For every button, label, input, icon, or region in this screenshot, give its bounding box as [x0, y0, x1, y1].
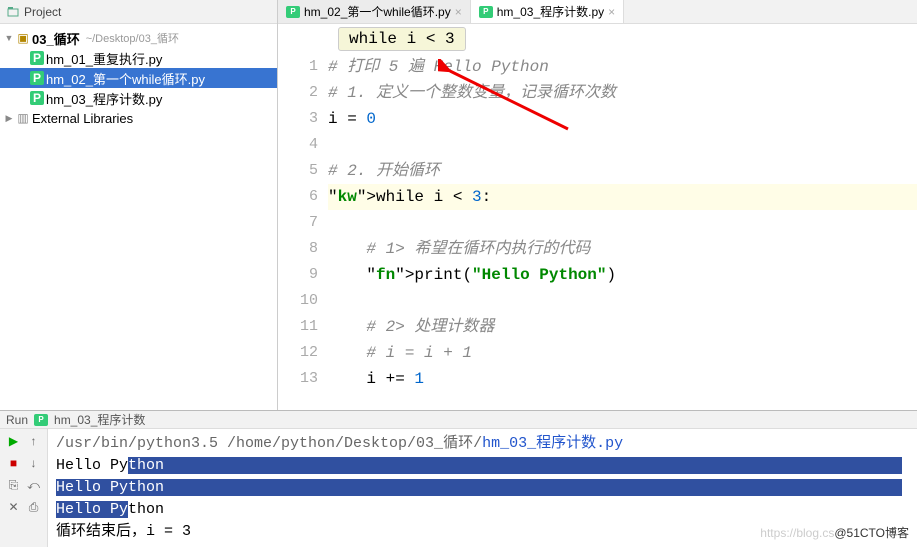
console-command: /usr/bin/python3.5 /home/python/Desktop/… [56, 433, 909, 455]
python-file-icon: P [30, 51, 44, 65]
close-run-icon[interactable]: ✕ [6, 499, 22, 515]
folder-icon: ▣ [16, 31, 30, 45]
breadcrumb-chip[interactable]: while i < 3 [338, 27, 466, 51]
code-line [328, 132, 917, 158]
code-line: # i = i + 1 [328, 340, 917, 366]
scroll-up-icon[interactable]: ↑ [26, 433, 42, 449]
tab-label: hm_02_第一个while循环.py [304, 3, 451, 20]
editor-tab[interactable]: P hm_03_程序计数.py × [471, 0, 624, 23]
python-file-icon: P [286, 6, 300, 18]
tree-file-name: hm_02_第一个while循环.py [46, 69, 205, 88]
run-header: Run P hm_03_程序计数 [0, 411, 917, 429]
python-file-icon: P [30, 71, 44, 85]
code-line [328, 210, 917, 236]
project-tree: ▼ ▣ 03_循环 ~/Desktop/03_循环 P hm_01_重复执行.p… [0, 24, 277, 132]
expand-arrow-icon: ▼ [4, 33, 14, 43]
close-icon[interactable]: × [608, 5, 615, 19]
code-line: "kw">while i < 3: [328, 184, 917, 210]
rerun-icon[interactable]: ▶ [6, 433, 22, 449]
run-toolbar: ▶ ↑ ■ ↓ ⎘ ⤺ ✕ ⎙ [0, 429, 48, 547]
code-line: # 1> 希望在循环内执行的代码 [328, 236, 917, 262]
code-line: # 打印 5 遍 Hello Python [328, 54, 917, 80]
tree-file-name: hm_01_重复执行.py [46, 49, 162, 68]
editor-tab[interactable]: P hm_02_第一个while循环.py × [278, 0, 471, 23]
pin-icon[interactable]: ⎘ [6, 477, 22, 493]
editor-area: P hm_02_第一个while循环.py × P hm_03_程序计数.py … [278, 0, 917, 410]
code-area[interactable]: 12345678910111213 # 打印 5 遍 Hello Python#… [278, 54, 917, 410]
tab-label: hm_03_程序计数.py [497, 3, 604, 20]
project-panel: Project ▼ ▣ 03_循环 ~/Desktop/03_循环 P hm_0… [0, 0, 278, 410]
external-libs-label: External Libraries [32, 111, 133, 126]
code-line: "fn">print("Hello Python") [328, 262, 917, 288]
python-file-icon: P [34, 414, 48, 426]
code-line: # 1. 定义一个整数变量，记录循环次数 [328, 80, 917, 106]
run-label: Run [6, 413, 28, 427]
breadcrumb-bar: while i < 3 [278, 24, 917, 54]
project-tool-icon [6, 5, 20, 19]
tree-root[interactable]: ▼ ▣ 03_循环 ~/Desktop/03_循环 [0, 28, 277, 48]
close-icon[interactable]: × [455, 5, 462, 19]
stop-icon[interactable]: ■ [6, 455, 22, 471]
console-line: Hello Python [56, 455, 909, 477]
python-file-icon: P [30, 91, 44, 105]
python-file-icon: P [479, 6, 493, 18]
tree-root-name: 03_循环 [32, 29, 80, 48]
tree-external-libs[interactable]: ▶ ▥ External Libraries [0, 108, 277, 128]
run-config-name: hm_03_程序计数 [54, 411, 145, 428]
project-header: Project [0, 0, 277, 24]
editor-tabs: P hm_02_第一个while循环.py × P hm_03_程序计数.py … [278, 0, 917, 24]
project-title: Project [24, 5, 61, 19]
tree-file[interactable]: P hm_02_第一个while循环.py [0, 68, 277, 88]
code-line: i += 1 [328, 366, 917, 392]
print-icon[interactable]: ⎙ [26, 499, 42, 515]
tree-file-name: hm_03_程序计数.py [46, 89, 162, 108]
tree-file[interactable]: P hm_01_重复执行.py [0, 48, 277, 68]
code-line [328, 288, 917, 314]
library-icon: ▥ [16, 111, 30, 125]
tree-file[interactable]: P hm_03_程序计数.py [0, 88, 277, 108]
console-line: Hello Python [56, 477, 909, 499]
console-line: Hello Python [56, 499, 909, 521]
tree-root-path: ~/Desktop/03_循环 [86, 30, 179, 46]
code-line: # 2> 处理计数器 [328, 314, 917, 340]
watermark: https://blog.cs@51CTO博客 [760, 524, 909, 541]
code-line: # 2. 开始循环 [328, 158, 917, 184]
wrap-icon[interactable]: ⤺ [26, 477, 42, 493]
code-line: i = 0 [328, 106, 917, 132]
collapse-arrow-icon: ▶ [4, 113, 14, 124]
scroll-down-icon[interactable]: ↓ [26, 455, 42, 471]
code-editor[interactable]: # 打印 5 遍 Hello Python# 1. 定义一个整数变量，记录循环次… [328, 54, 917, 410]
line-gutter: 12345678910111213 [278, 54, 328, 410]
